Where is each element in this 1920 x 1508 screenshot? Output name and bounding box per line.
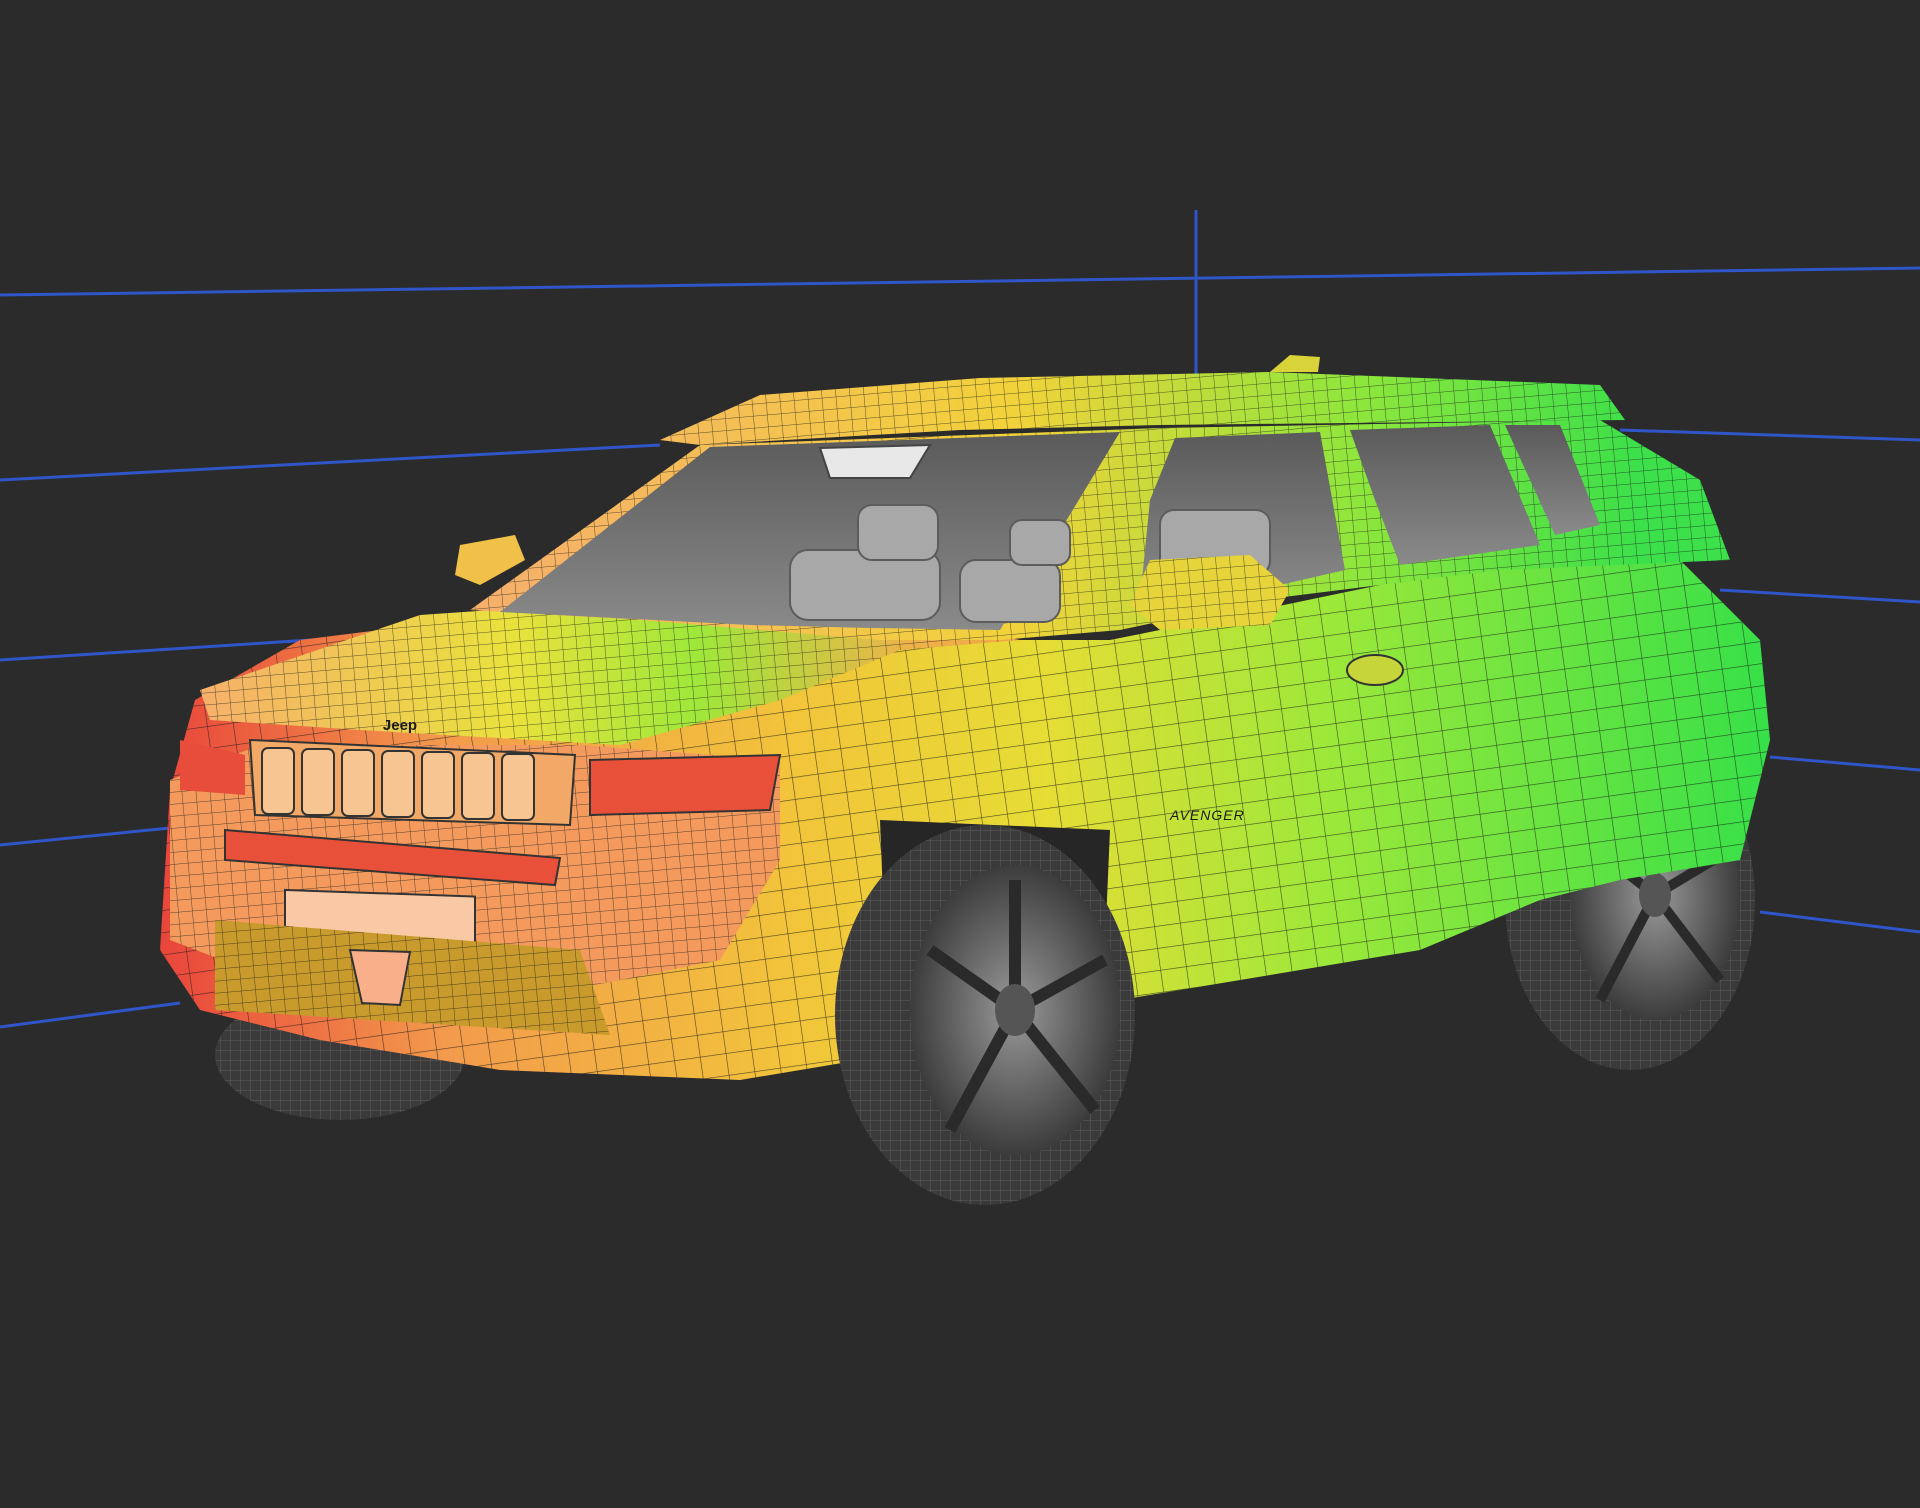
headlight-right xyxy=(589,753,782,817)
guide-line-4 xyxy=(0,826,171,847)
guide-line-4-right xyxy=(1769,755,1920,772)
3d-viewport: AVENGER Jeep xyxy=(0,0,1920,1508)
guide-line-3-right xyxy=(1719,588,1920,604)
guide-line-5 xyxy=(0,1001,181,1029)
guide-line-2 xyxy=(0,443,661,482)
door-handle xyxy=(1346,654,1404,686)
guide-line-5-right xyxy=(1759,910,1920,934)
render-scene: AVENGER Jeep xyxy=(0,210,1920,1205)
rearview-mirror xyxy=(818,443,932,479)
side-mirror-left xyxy=(455,535,525,585)
guide-line-top xyxy=(0,266,1920,297)
guide-line-2-right xyxy=(1619,428,1920,442)
roof-antenna xyxy=(1270,355,1320,372)
side-badge: AVENGER xyxy=(1169,807,1245,823)
brand-badge: Jeep xyxy=(383,717,417,734)
car-model: AVENGER Jeep xyxy=(160,355,1770,1205)
front-grille xyxy=(248,738,577,827)
